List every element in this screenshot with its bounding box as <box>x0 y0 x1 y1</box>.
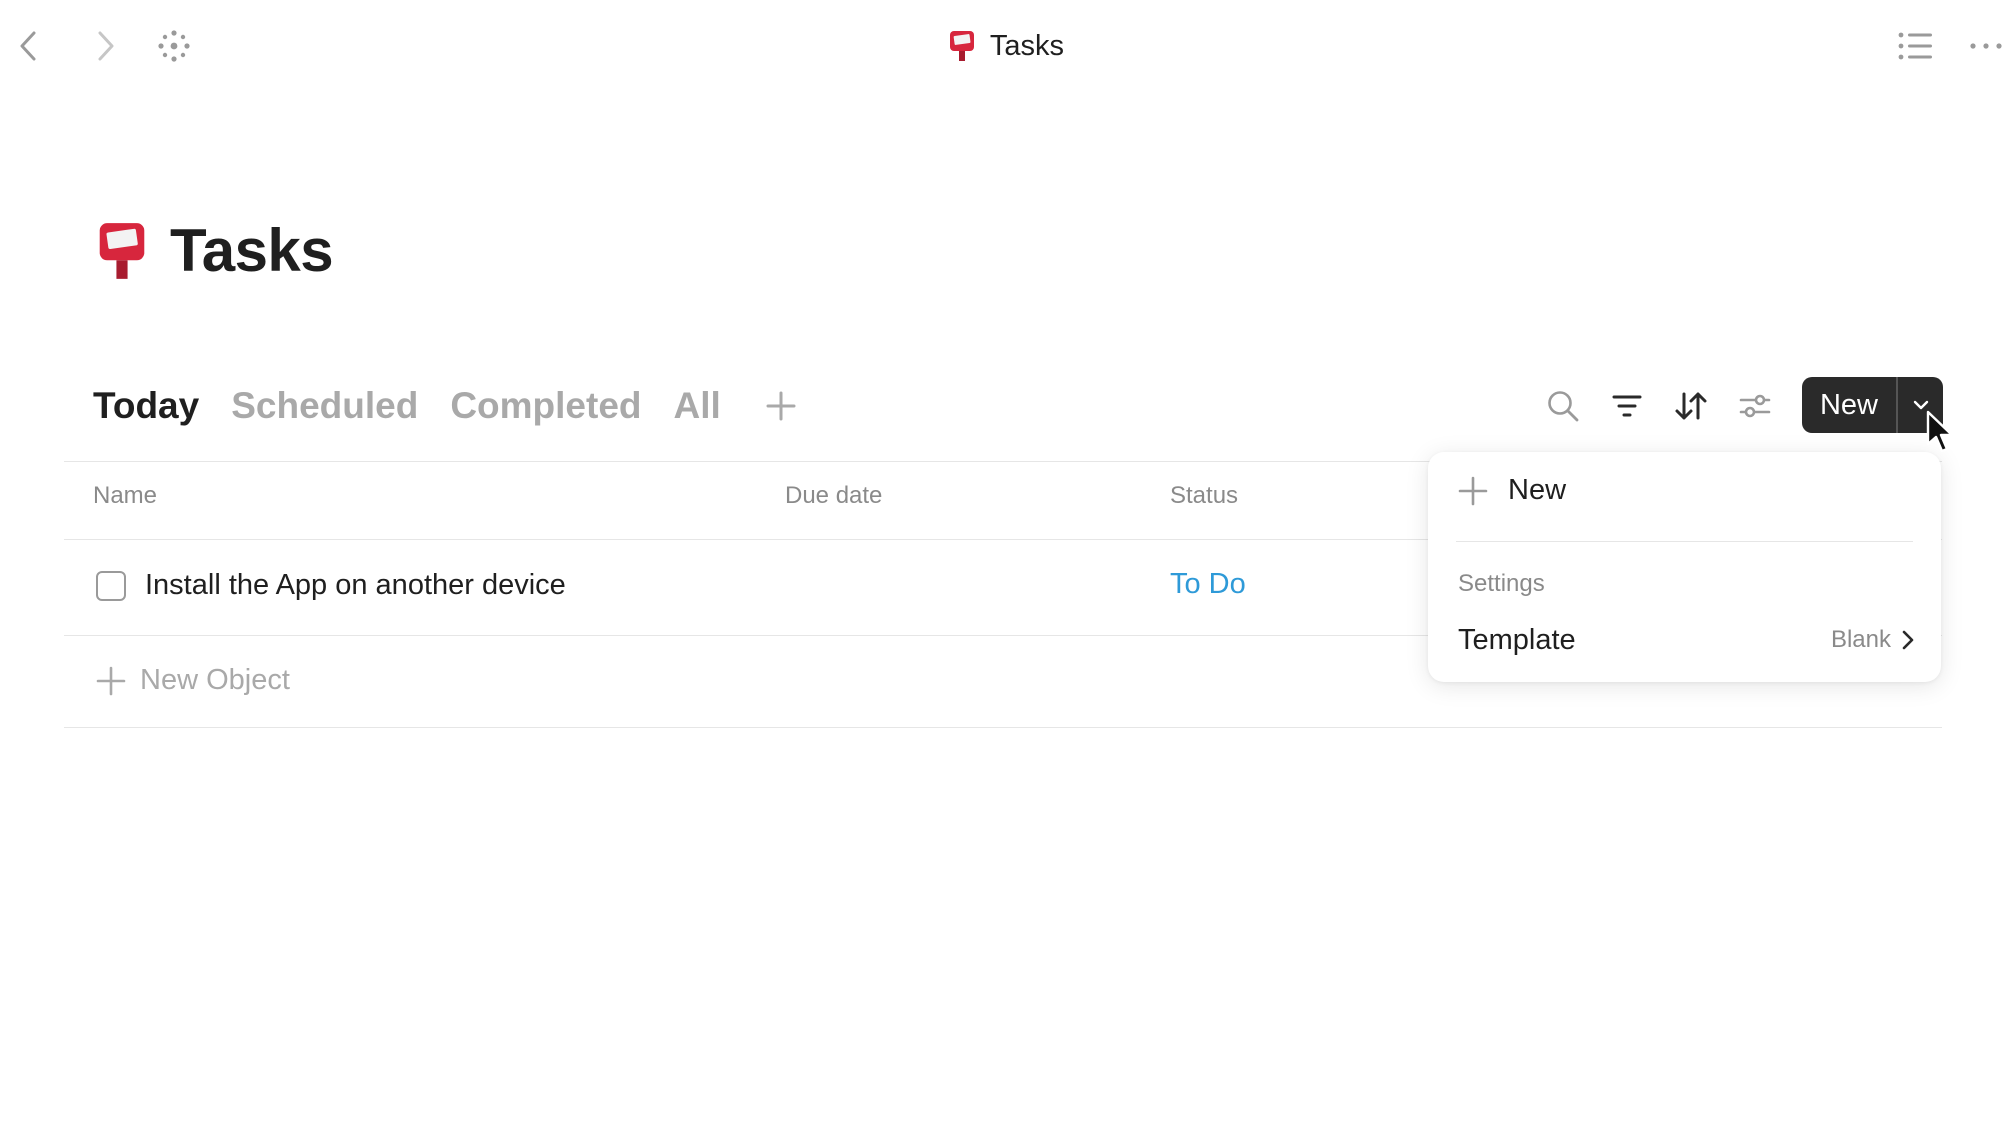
page-title-text[interactable]: Tasks <box>170 216 334 285</box>
plus-icon <box>1458 476 1488 505</box>
view-settings-button[interactable] <box>1735 386 1775 426</box>
search-button[interactable] <box>1543 386 1583 426</box>
plus-icon <box>766 391 796 421</box>
column-header-due-date[interactable]: Due date <box>785 482 882 510</box>
tab-scheduled[interactable]: Scheduled <box>231 385 418 427</box>
column-header-name[interactable]: Name <box>93 482 157 510</box>
plus-icon <box>96 666 126 695</box>
mouse-cursor <box>1926 410 1956 454</box>
list-view-button[interactable] <box>1896 28 1936 64</box>
task-name[interactable]: Install the App on another device <box>145 569 566 602</box>
task-checkbox[interactable] <box>96 571 126 601</box>
template-value-text: Blank <box>1830 626 1891 653</box>
sort-button[interactable] <box>1671 386 1711 426</box>
cursor-arrow-icon <box>1926 410 1954 453</box>
new-button[interactable]: New <box>1802 377 1896 433</box>
list-icon <box>1898 32 1932 60</box>
menu-item-template-value: Blank <box>1831 626 1915 654</box>
new-object-button[interactable]: New Object <box>96 664 290 697</box>
chevron-right-icon <box>1902 630 1914 650</box>
sliders-icon <box>1739 394 1771 418</box>
new-dropdown-menu: New Settings Template Blank <box>1428 452 1941 682</box>
window-title: Tasks <box>0 26 2012 66</box>
menu-item-template-label: Template <box>1458 623 1576 656</box>
filter-icon <box>1612 395 1642 417</box>
table-bottom-border <box>64 727 1942 728</box>
task-status[interactable]: To Do <box>1170 568 1246 601</box>
menu-item-new-label: New <box>1508 474 1567 506</box>
add-view-button[interactable] <box>765 390 797 422</box>
postbox-icon <box>949 31 974 61</box>
menu-item-new[interactable]: New <box>1458 474 1566 507</box>
menu-section-settings: Settings <box>1458 570 1545 597</box>
new-object-label: New Object <box>140 664 290 696</box>
postbox-icon <box>99 222 145 279</box>
tab-today[interactable]: Today <box>93 385 199 427</box>
window-title-text: Tasks <box>989 29 1065 62</box>
sort-icon <box>1675 392 1707 420</box>
page-title: Tasks <box>96 216 334 285</box>
more-dots-icon <box>1970 43 2002 49</box>
view-tabs: Today Scheduled Completed All <box>93 380 797 432</box>
tab-all[interactable]: All <box>674 385 721 427</box>
search-icon <box>1548 391 1579 422</box>
tab-completed[interactable]: Completed <box>450 385 641 427</box>
filter-button[interactable] <box>1607 386 1647 426</box>
new-split-button: New <box>1802 377 1943 433</box>
more-button[interactable] <box>1968 28 2004 64</box>
menu-divider <box>1456 541 1913 542</box>
menu-item-template[interactable]: Template Blank <box>1458 620 1915 660</box>
column-header-status[interactable]: Status <box>1170 482 1238 510</box>
